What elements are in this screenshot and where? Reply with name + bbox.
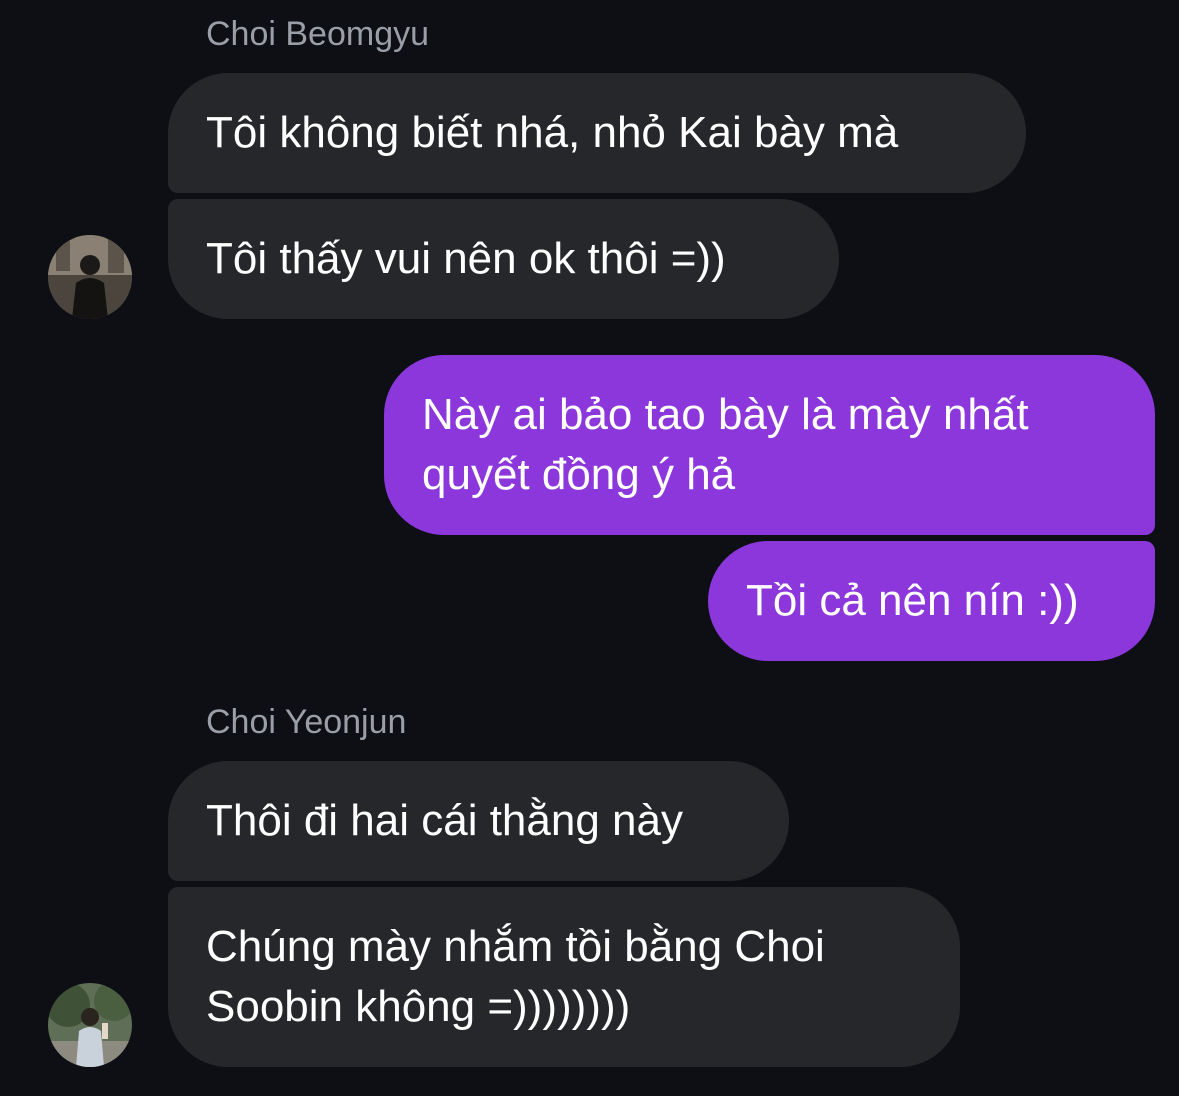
message-bubble-incoming[interactable]: Tôi không biết nhá, nhỏ Kai bày mà	[168, 73, 1026, 193]
avatar-photo-icon	[48, 235, 132, 319]
sender-name-beomgyu: Choi Beomgyu	[206, 15, 430, 53]
message-bubble-incoming[interactable]: Tôi thấy vui nên ok thôi =))	[168, 199, 839, 319]
avatar-beomgyu[interactable]	[48, 235, 132, 319]
avatar-yeonjun[interactable]	[48, 983, 132, 1067]
message-bubble-incoming[interactable]: Chúng mày nhắm tồi bằng Choi Soobin khôn…	[168, 887, 960, 1067]
message-bubble-outgoing[interactable]: Này ai bảo tao bày là mày nhất quyết đồn…	[384, 355, 1155, 535]
message-bubble-incoming[interactable]: Thôi đi hai cái thằng này	[168, 761, 789, 881]
sender-name-yeonjun: Choi Yeonjun	[206, 703, 407, 741]
message-bubble-outgoing[interactable]: Tồi cả nên nín :))	[708, 541, 1155, 661]
avatar-photo-icon	[48, 983, 132, 1067]
